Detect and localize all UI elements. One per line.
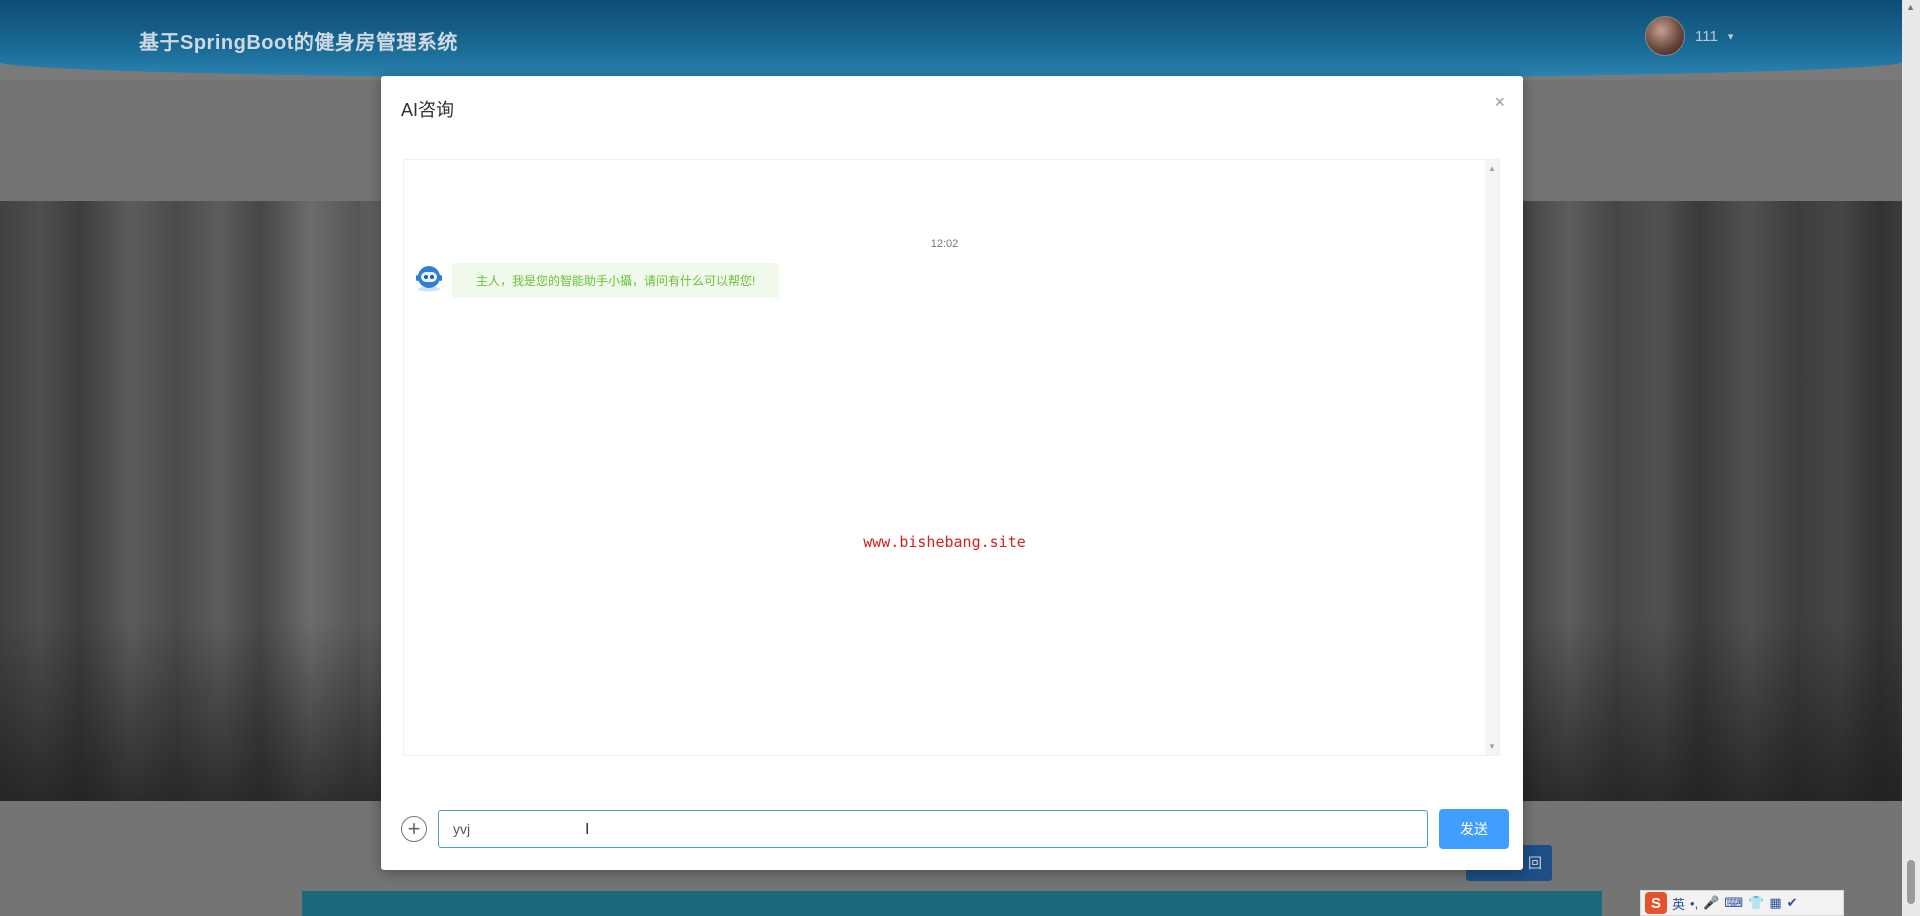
scroll-up-icon[interactable]: ▲ <box>1906 2 1915 12</box>
text-cursor-icon: I <box>585 821 590 838</box>
page-scrollbar[interactable]: ▲ <box>1902 0 1920 916</box>
ime-language-toggle[interactable]: 英 <box>1672 894 1685 913</box>
grid-icon[interactable]: ▦ <box>1769 895 1781 911</box>
send-button[interactable]: 发送 <box>1439 809 1509 849</box>
bot-message-bubble: 主人，我是您的智能助手小攝，请问有什么可以帮您! <box>452 263 780 298</box>
site-header: 基于SpringBoot的健身房管理系统 111 ▾ <box>0 0 1902 80</box>
input-wrapper: I <box>438 810 1428 848</box>
message-timestamp: 12:02 <box>930 238 959 250</box>
chevron-down-icon[interactable]: ▾ <box>1728 30 1734 43</box>
bot-message-row: 主人，我是您的智能助手小攝，请问有什么可以帮您! <box>414 263 780 298</box>
ai-consult-dialog: AI咨询 × 12:02 主人，我是您的智能助手小攝，请问有什么可以帮您! ww… <box>381 76 1523 870</box>
scroll-up-icon[interactable]: ▲ <box>1488 164 1496 173</box>
tools-icon[interactable]: ✔ <box>1787 895 1798 911</box>
footer-bar <box>302 891 1602 916</box>
robot-avatar-icon <box>416 266 442 292</box>
keyboard-icon[interactable]: ⌨ <box>1724 895 1743 911</box>
microphone-icon[interactable]: 🎤 <box>1703 895 1719 911</box>
add-attachment-icon[interactable]: + <box>401 816 427 842</box>
user-menu[interactable]: 111 ▾ <box>1645 16 1733 56</box>
chat-history[interactable]: 12:02 主人，我是您的智能助手小攝，请问有什么可以帮您! www.bishe… <box>403 159 1500 756</box>
watermark-text: www.bishebang.site <box>863 533 1026 551</box>
scrollbar-thumb[interactable] <box>1907 860 1915 904</box>
ime-punctuation-icon[interactable]: •, <box>1690 896 1698 911</box>
ime-logo-icon[interactable]: S <box>1645 892 1667 914</box>
site-title: 基于SpringBoot的健身房管理系统 <box>139 32 458 54</box>
message-composer: + I 发送 <box>401 809 1509 849</box>
avatar[interactable] <box>1645 16 1685 56</box>
close-icon[interactable]: × <box>1494 92 1505 113</box>
dialog-title: AI咨询 <box>401 100 455 120</box>
scroll-down-icon[interactable]: ▼ <box>1488 742 1496 751</box>
skin-icon[interactable]: 👕 <box>1748 895 1764 911</box>
chat-scrollbar[interactable]: ▲ ▼ <box>1485 160 1499 755</box>
username[interactable]: 111 <box>1695 28 1718 45</box>
ime-toolbar[interactable]: S 英 •, 🎤 ⌨ 👕 ▦ ✔ <box>1640 890 1844 916</box>
